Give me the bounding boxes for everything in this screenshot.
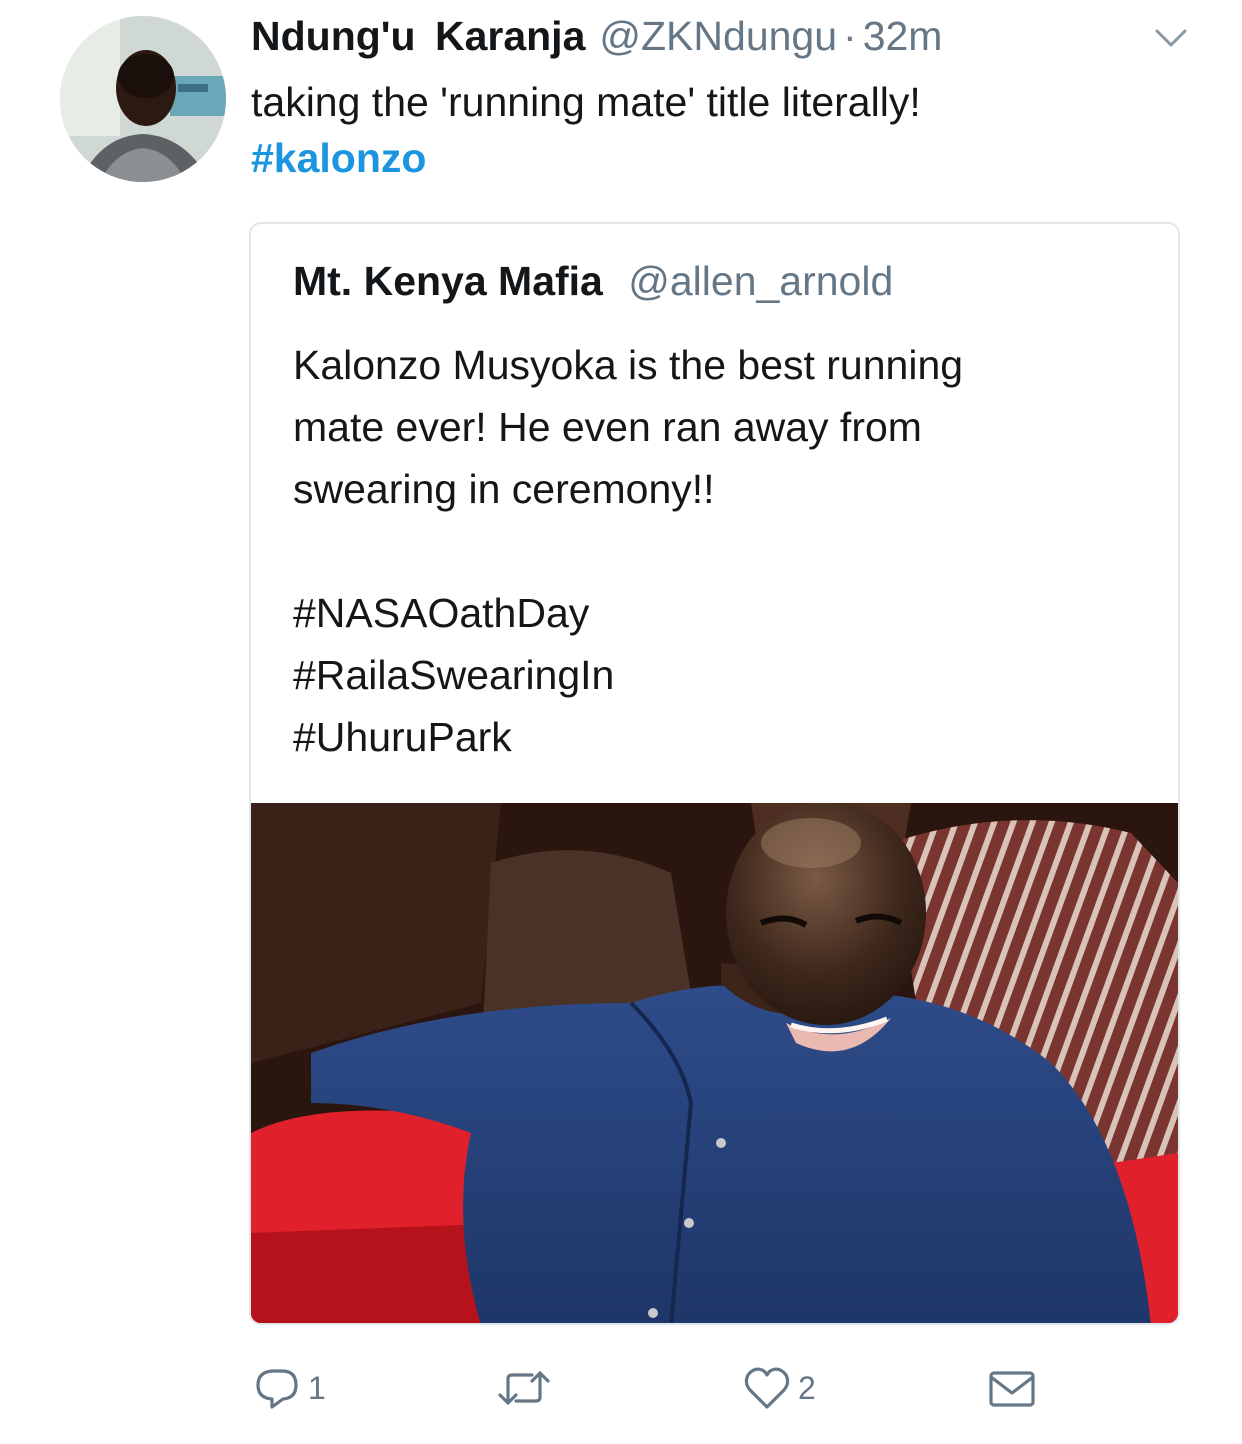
tweet-menu-button[interactable] [1154, 26, 1188, 50]
quoted-hashtag: #UhuruPark [293, 714, 512, 760]
avatar[interactable] [60, 16, 226, 182]
quoted-tweet-text: Kalonzo Musyoka is the best running mate… [293, 334, 963, 768]
user-handle[interactable]: @ZKNdungu [599, 13, 837, 60]
display-name[interactable]: Ndung'u Karanja [251, 13, 585, 60]
retweet-icon [498, 1371, 550, 1405]
direct-message-button[interactable] [987, 1360, 1037, 1416]
tweet-text-line: taking the 'running mate' title literall… [251, 79, 921, 125]
quoted-user-handle: @allen_arnold [628, 258, 894, 304]
envelope-icon [989, 1371, 1035, 1407]
reply-button[interactable]: 1 [252, 1360, 326, 1416]
tweet-header: Ndung'u Karanja @ZKNdungu · 32m [251, 13, 942, 65]
timestamp[interactable]: 32m [863, 13, 943, 60]
tweet-text: taking the 'running mate' title literall… [251, 74, 921, 186]
quoted-text-line: swearing in ceremony!! [293, 466, 715, 512]
quoted-tweet-card[interactable]: Mt. Kenya Mafia @allen_arnold Kalonzo Mu… [249, 222, 1180, 1325]
quoted-tweet-photo[interactable] [251, 803, 1178, 1323]
quoted-display-name: Mt. Kenya Mafia [293, 258, 603, 304]
tweet-actions: 1 2 [0, 1360, 1242, 1420]
separator-dot: · [843, 13, 857, 59]
quoted-text-line: Kalonzo Musyoka is the best running [293, 342, 964, 388]
quoted-hashtag: #RailaSwearingIn [293, 652, 615, 698]
heart-icon [744, 1367, 790, 1409]
quoted-hashtag: #NASAOathDay [293, 590, 590, 636]
reply-count: 1 [308, 1369, 326, 1406]
like-count: 2 [798, 1369, 816, 1406]
retweet-button[interactable] [496, 1360, 558, 1416]
like-button[interactable]: 2 [742, 1360, 816, 1416]
hashtag-link[interactable]: #kalonzo [251, 135, 426, 181]
avatar-photo [60, 16, 226, 182]
photo-laughing-man [251, 803, 1178, 1323]
chevron-down-icon [1155, 29, 1187, 47]
quoted-tweet-header: Mt. Kenya Mafia @allen_arnold [293, 258, 893, 305]
quoted-text-line: mate ever! He even ran away from [293, 404, 922, 450]
reply-icon [256, 1369, 298, 1409]
